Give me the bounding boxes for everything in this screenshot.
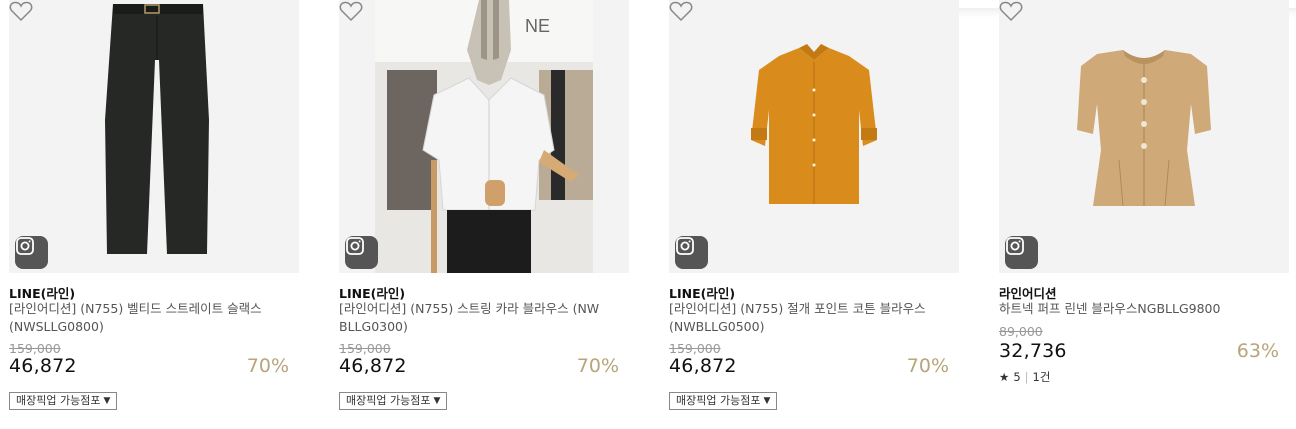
product-name[interactable]: [라인어디션] (N755) 절개 포인트 코튼 블라우스 (NWBLLG050… xyxy=(669,300,931,336)
sale-price: 46,872 xyxy=(9,355,77,377)
discount-rate: 70% xyxy=(576,355,619,377)
rating-value: 5 xyxy=(1013,370,1021,384)
store-pickup-dropdown[interactable]: 매장픽업 가능점포 ▼ xyxy=(339,392,448,410)
product-card[interactable]: LINE(라인) [라인어디션] (N755) 벨티드 스트레이트 슬랙스 (N… xyxy=(9,0,299,429)
product-card[interactable]: NE LINE(라인) [라인어디션] (N755) 스트링 카라 블라우스 (… xyxy=(339,0,629,429)
sale-price: 46,872 xyxy=(339,355,407,377)
sale-price: 46,872 xyxy=(669,355,737,377)
caret-down-icon: ▼ xyxy=(103,396,111,406)
instagram-icon[interactable] xyxy=(345,236,378,269)
product-card[interactable]: LINE(라인) [라인어디션] (N755) 절개 포인트 코튼 블라우스 (… xyxy=(669,0,959,429)
star-icon: ★ xyxy=(999,370,1010,384)
original-price: 159,000 xyxy=(9,341,61,356)
heart-outline-icon[interactable] xyxy=(669,0,693,22)
heart-outline-icon[interactable] xyxy=(339,0,363,22)
beige-blouse-image xyxy=(999,0,1289,273)
pickup-label: 매장픽업 가능점포 xyxy=(16,394,101,407)
pickup-label: 매장픽업 가능점포 xyxy=(676,394,761,407)
product-name[interactable]: 하트넥 퍼프 린넨 블라우스NGBLLG9800 xyxy=(999,300,1261,318)
product-grid: LINE(라인) [라인어디션] (N755) 벨티드 스트레이트 슬랙스 (N… xyxy=(9,0,1296,429)
orange-blouse-image xyxy=(669,0,959,273)
instagram-icon[interactable] xyxy=(675,236,708,269)
product-image[interactable] xyxy=(999,0,1289,273)
product-name[interactable]: [라인어디션] (N755) 스트링 카라 블라우스 (NWBLLG0300) xyxy=(339,300,601,336)
original-price: 159,000 xyxy=(339,341,391,356)
product-image[interactable] xyxy=(669,0,959,273)
discount-rate: 70% xyxy=(906,355,949,377)
instagram-icon[interactable] xyxy=(15,236,48,269)
black-slacks-image xyxy=(9,0,299,273)
sale-price: 32,736 xyxy=(999,340,1067,362)
white-blouse-mannequin-image: NE xyxy=(339,0,629,273)
store-pickup-dropdown[interactable]: 매장픽업 가능점포 ▼ xyxy=(669,392,778,410)
rating-summary[interactable]: ★ 5 | 1건 xyxy=(999,369,1050,385)
heart-outline-icon[interactable] xyxy=(9,0,33,22)
svg-text:NE: NE xyxy=(525,16,550,36)
instagram-icon[interactable] xyxy=(1005,236,1038,269)
caret-down-icon: ▼ xyxy=(763,396,771,406)
store-pickup-dropdown[interactable]: 매장픽업 가능점포 ▼ xyxy=(9,392,118,410)
product-image[interactable] xyxy=(9,0,299,273)
original-price: 159,000 xyxy=(669,341,721,356)
product-image[interactable]: NE xyxy=(339,0,629,273)
divider: | xyxy=(1024,370,1029,384)
caret-down-icon: ▼ xyxy=(433,396,441,406)
discount-rate: 63% xyxy=(1236,340,1279,362)
pickup-label: 매장픽업 가능점포 xyxy=(346,394,431,407)
product-name[interactable]: [라인어디션] (N755) 벨티드 스트레이트 슬랙스 (NWSLLG0800… xyxy=(9,300,271,336)
review-count: 1건 xyxy=(1032,370,1051,384)
original-price: 89,000 xyxy=(999,324,1043,339)
discount-rate: 70% xyxy=(246,355,289,377)
product-card[interactable]: 라인어디션 하트넥 퍼프 린넨 블라우스NGBLLG9800 89,000 32… xyxy=(999,0,1289,429)
heart-outline-icon[interactable] xyxy=(999,0,1023,22)
